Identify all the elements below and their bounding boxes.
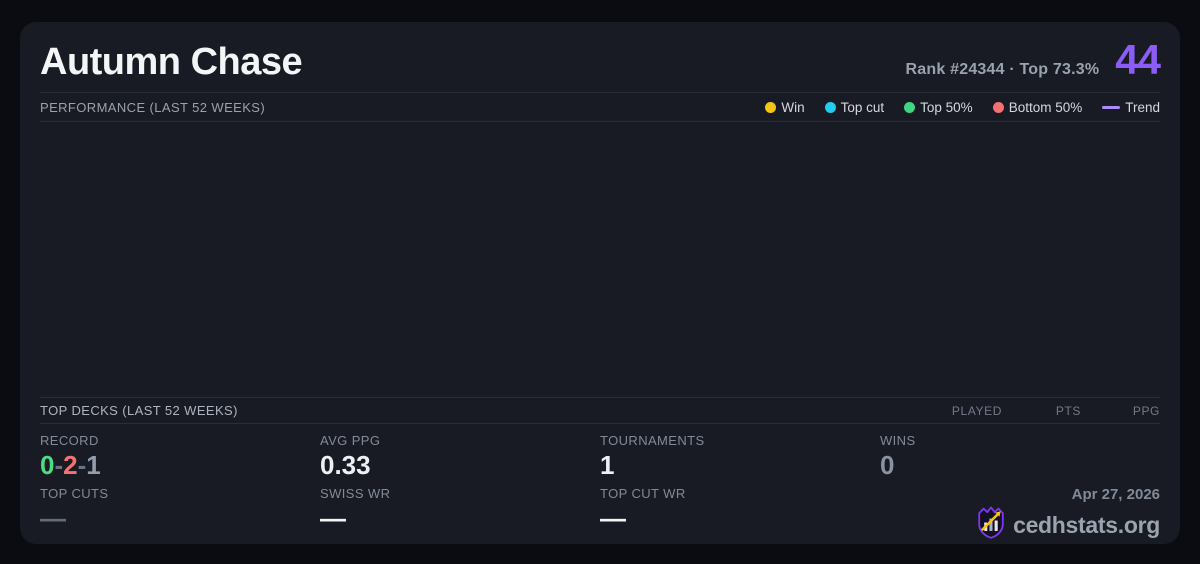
avg-ppg-value: 0.33 [320,451,600,480]
record-separator: - [54,450,63,480]
record-draws: 1 [86,450,100,480]
snapshot-date: Apr 27, 2026 [1072,486,1160,503]
top-cut-dot-icon [825,102,836,113]
legend-item-top50: Top 50% [904,100,973,115]
bottom50-dot-icon [993,102,1004,113]
legend-label: Top cut [841,100,885,115]
rank-text: Rank #24344 · Top 73.3% [906,61,1100,79]
brand-name: cedhstats.org [1013,512,1160,539]
stats-grid: RECORD 0-2-1 AVG PPG 0.33 TOURNAMENTS 1 … [40,424,1160,544]
brand-row: cedhstats.org [976,506,1160,544]
avg-ppg-label: AVG PPG [320,433,600,448]
stat-avg-ppg: AVG PPG 0.33 [320,433,600,480]
swiss-wr-value: — [320,504,600,533]
stat-wins: WINS 0 [880,433,1160,480]
legend-item-bottom50: Bottom 50% [993,100,1083,115]
performance-label: PERFORMANCE (LAST 52 WEEKS) [40,100,265,115]
record-wins: 0 [40,450,54,480]
legend-item-win: Win [765,100,804,115]
record-separator: - [78,450,87,480]
rank-summary: Rank #24344 · Top 73.3% 44 [906,36,1160,84]
wins-value: 0 [880,451,1160,480]
legend-item-top-cut: Top cut [825,100,885,115]
stat-swiss-wr: SWISS WR — [320,486,600,544]
top-decks-label: TOP DECKS (LAST 52 WEEKS) [40,403,238,418]
trend-line-icon [1102,106,1120,109]
top-decks-columns: PLAYED PTS PPG [923,404,1160,418]
tournaments-label: TOURNAMENTS [600,433,880,448]
column-header-ppg: PPG [1081,404,1160,418]
stat-record: RECORD 0-2-1 [40,433,320,480]
legend-item-trend: Trend [1102,100,1160,115]
top50-dot-icon [904,102,915,113]
win-dot-icon [765,102,776,113]
top-decks-header: TOP DECKS (LAST 52 WEEKS) PLAYED PTS PPG [40,397,1160,424]
record-value: 0-2-1 [40,451,320,480]
legend-label: Trend [1125,100,1160,115]
chart-legend: Win Top cut Top 50% Bottom 50% Trend [765,100,1160,115]
record-label: RECORD [40,433,320,448]
column-header-played: PLAYED [923,404,1002,418]
stat-top-cuts: TOP CUTS — [40,486,320,544]
performance-chart-area [40,122,1160,397]
tournaments-value: 1 [600,451,880,480]
swiss-wr-label: SWISS WR [320,486,600,501]
footer-branding: Apr 27, 2026 cedhstats.org [880,486,1160,544]
cedhstats-shield-logo-icon [976,506,1006,544]
points-value: 44 [1115,36,1160,84]
top-cuts-label: TOP CUTS [40,486,320,501]
top-cuts-value: — [40,504,320,533]
legend-label: Win [781,100,804,115]
top-cut-wr-label: TOP CUT WR [600,486,880,501]
page-title: Autumn Chase [40,41,302,84]
top-cut-wr-value: — [600,504,880,533]
wins-label: WINS [880,433,1160,448]
stat-top-cut-wr: TOP CUT WR — [600,486,880,544]
player-stats-card: Autumn Chase Rank #24344 · Top 73.3% 44 … [20,22,1180,544]
card-header: Autumn Chase Rank #24344 · Top 73.3% 44 [40,22,1160,93]
record-losses: 2 [63,450,77,480]
legend-label: Top 50% [920,100,973,115]
stat-tournaments: TOURNAMENTS 1 [600,433,880,480]
legend-label: Bottom 50% [1009,100,1083,115]
column-header-pts: PTS [1002,404,1081,418]
performance-header: PERFORMANCE (LAST 52 WEEKS) Win Top cut … [40,93,1160,122]
